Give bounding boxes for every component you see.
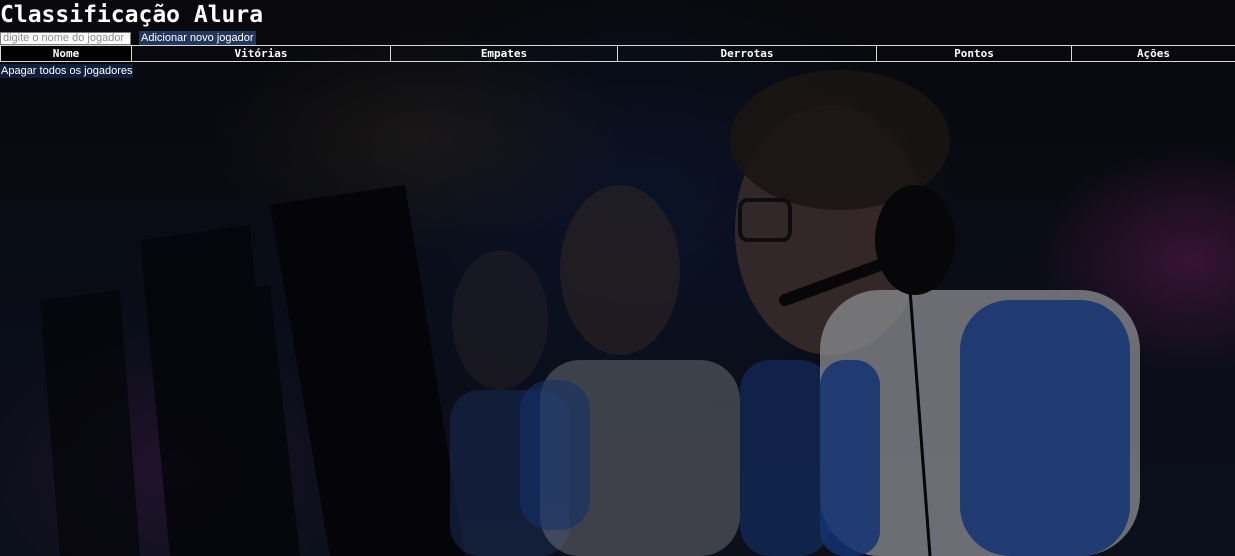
add-player-button[interactable]: Adicionar novo jogador — [139, 31, 256, 45]
dim-overlay — [0, 0, 1235, 556]
page-title: Classificação Alura — [0, 2, 264, 28]
column-header-acoes: Ações — [1071, 45, 1235, 62]
clear-all-players-button[interactable]: Apagar todos os jogadores — [0, 64, 134, 78]
column-header-nome: Nome — [0, 45, 132, 62]
player-name-input[interactable] — [0, 31, 131, 45]
table-header-row: Nome Vitórias Empates Derrotas Pontos Aç… — [0, 45, 1235, 62]
column-header-derrotas: Derrotas — [617, 45, 877, 62]
gamers-photo-illustration — [0, 0, 1235, 556]
column-header-vitorias: Vitórias — [131, 45, 391, 62]
background-image — [0, 0, 1235, 556]
column-header-pontos: Pontos — [876, 45, 1072, 62]
add-player-form: Adicionar novo jogador — [0, 31, 256, 45]
leaderboard-table: Nome Vitórias Empates Derrotas Pontos Aç… — [0, 45, 1235, 62]
column-header-empates: Empates — [390, 45, 618, 62]
